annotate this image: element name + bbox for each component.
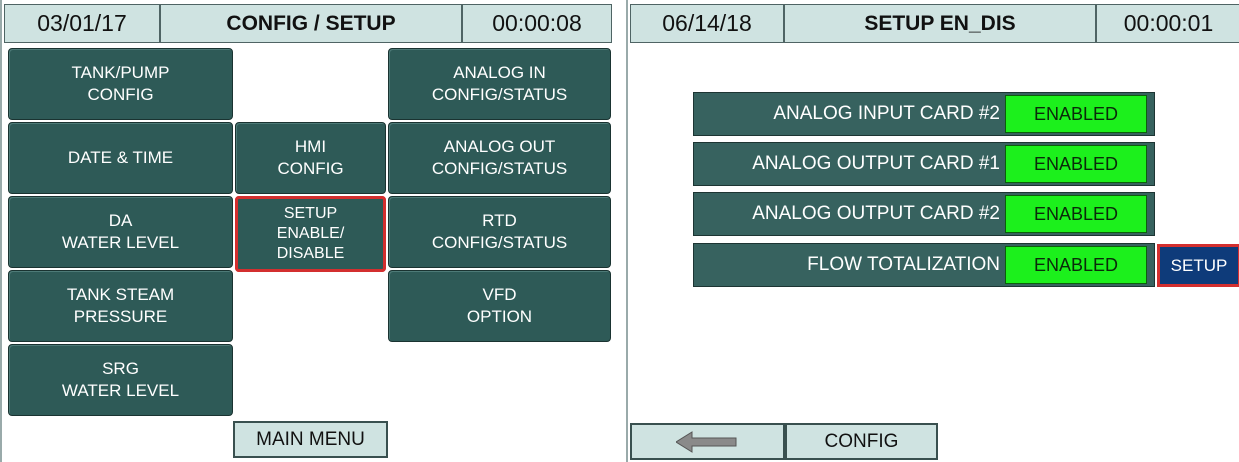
srg-water-level-button[interactable]: SRG WATER LEVEL xyxy=(8,344,233,416)
setup-enable-disable-button[interactable]: SETUP ENABLE/ DISABLE xyxy=(235,196,386,272)
srg-water-level-label-1: SRG xyxy=(102,359,139,378)
tank-pump-config-label-1: TANK/PUMP xyxy=(71,63,170,82)
analog-in-label-1: ANALOG IN xyxy=(453,63,546,82)
hmi-config-label-2: CONFIG xyxy=(277,159,344,178)
config-button[interactable]: CONFIG xyxy=(785,423,938,460)
analog-output-card-2-row: ANALOG OUTPUT CARD #2 ENABLED xyxy=(693,192,1155,236)
config-setup-screen: 03/01/17 CONFIG / SETUP 00:00:08 TANK/PU… xyxy=(0,0,612,462)
tank-pump-config-button[interactable]: TANK/PUMP CONFIG xyxy=(8,48,233,120)
analog-input-card-2-label: ANALOG INPUT CARD #2 xyxy=(773,103,1000,124)
analog-out-label-2: CONFIG/STATUS xyxy=(431,159,568,178)
vfd-label-1: VFD xyxy=(482,285,517,304)
date-display: 06/14/18 xyxy=(630,4,784,43)
analog-output-card-2-status[interactable]: ENABLED xyxy=(1005,195,1147,233)
analog-in-label-2: CONFIG/STATUS xyxy=(431,85,568,104)
flow-totalization-setup-button[interactable]: SETUP xyxy=(1157,244,1239,287)
analog-out-config-button[interactable]: ANALOG OUT CONFIG/STATUS xyxy=(388,122,611,194)
setup-enable-disable-label-1: SETUP xyxy=(283,205,338,222)
da-water-level-label-1: DA xyxy=(108,211,133,230)
vfd-option-button[interactable]: VFD OPTION xyxy=(388,270,611,342)
setup-enable-disable-label-3: DISABLE xyxy=(276,245,345,262)
rtd-config-button[interactable]: RTD CONFIG/STATUS xyxy=(388,196,611,268)
hmi-config-label-1: HMI xyxy=(294,137,327,156)
timer-display: 00:00:08 xyxy=(462,4,612,43)
date-time-label: DATE & TIME xyxy=(67,148,174,167)
analog-out-label-1: ANALOG OUT xyxy=(443,137,556,156)
date-display: 03/01/17 xyxy=(4,4,160,43)
main-menu-button[interactable]: MAIN MENU xyxy=(233,421,388,458)
screen-title: CONFIG / SETUP xyxy=(160,4,462,43)
analog-in-config-button[interactable]: ANALOG IN CONFIG/STATUS xyxy=(388,48,611,120)
analog-output-card-1-label: ANALOG OUTPUT CARD #1 xyxy=(752,153,1000,174)
tank-steam-pressure-button[interactable]: TANK STEAM PRESSURE xyxy=(8,270,233,342)
rtd-label-1: RTD xyxy=(482,211,517,230)
vfd-label-2: OPTION xyxy=(466,307,533,326)
analog-output-card-2-label: ANALOG OUTPUT CARD #2 xyxy=(752,203,1000,224)
analog-output-card-1-row: ANALOG OUTPUT CARD #1 ENABLED xyxy=(693,142,1155,186)
flow-totalization-label: FLOW TOTALIZATION xyxy=(807,254,1000,275)
tank-steam-pressure-label-1: TANK STEAM xyxy=(66,285,175,304)
flow-totalization-status[interactable]: ENABLED xyxy=(1005,246,1147,284)
date-time-button[interactable]: DATE & TIME xyxy=(8,122,233,194)
srg-water-level-label-2: WATER LEVEL xyxy=(61,381,180,400)
analog-input-card-2-status[interactable]: ENABLED xyxy=(1005,95,1147,133)
setup-enable-disable-screen: 06/14/18 SETUP EN_DIS 00:00:01 ANALOG IN… xyxy=(626,0,1239,462)
timer-display: 00:00:01 xyxy=(1096,4,1239,43)
flow-totalization-row: FLOW TOTALIZATION ENABLED xyxy=(693,243,1155,287)
tank-pump-config-label-2: CONFIG xyxy=(87,85,154,104)
back-button[interactable] xyxy=(630,423,785,460)
setup-enable-disable-label-2: ENABLE/ xyxy=(276,225,345,242)
tank-steam-pressure-label-2: PRESSURE xyxy=(73,307,168,326)
analog-output-card-1-status[interactable]: ENABLED xyxy=(1005,145,1147,183)
da-water-level-button[interactable]: DA WATER LEVEL xyxy=(8,196,233,268)
da-water-level-label-2: WATER LEVEL xyxy=(61,233,180,252)
analog-input-card-2-row: ANALOG INPUT CARD #2 ENABLED xyxy=(693,92,1155,136)
rtd-label-2: CONFIG/STATUS xyxy=(431,233,568,252)
hmi-config-button[interactable]: HMI CONFIG xyxy=(235,122,386,194)
screen-title: SETUP EN_DIS xyxy=(784,4,1096,43)
left-arrow-icon xyxy=(675,430,736,453)
